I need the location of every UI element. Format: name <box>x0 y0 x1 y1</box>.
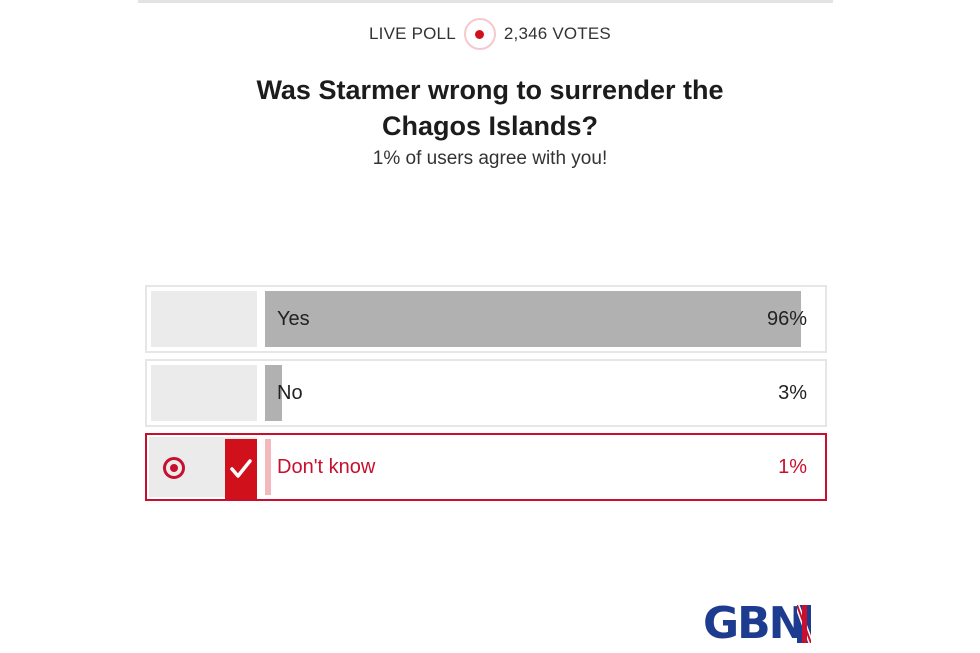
poll-question: Was Starmer wrong to surrender the Chago… <box>0 72 980 144</box>
option-label: Yes <box>277 307 310 330</box>
poll-options: Yes 96% No 3% Don't know 1% <box>145 285 827 507</box>
result-bar-track: No 3% <box>265 365 823 421</box>
checkmark-icon <box>225 439 257 499</box>
option-label: Don't know <box>277 455 376 478</box>
live-poll-label: LIVE POLL <box>369 24 456 43</box>
option-select-area[interactable] <box>149 437 257 499</box>
result-bar-track: Don't know 1% <box>265 439 823 495</box>
poll-result-message: 1% of users agree with you! <box>372 148 608 169</box>
vote-count: 2,346 VOTES <box>503 24 611 43</box>
option-percent: 96% <box>766 307 807 330</box>
option-percent: 1% <box>778 455 807 478</box>
union-flag-accent-icon <box>797 605 812 643</box>
gbn-logo: GBN <box>703 598 812 649</box>
poll-option-dont-know[interactable]: Don't know 1% <box>145 433 827 501</box>
option-select-area[interactable] <box>151 365 257 421</box>
poll-question-text: Was Starmer wrong to surrender the Chago… <box>256 75 724 141</box>
top-divider <box>138 0 833 3</box>
option-label: No <box>277 381 303 404</box>
poll-option-yes[interactable]: Yes 96% <box>145 285 827 353</box>
option-percent: 3% <box>778 381 807 404</box>
live-dot-icon <box>463 18 496 50</box>
result-bar-fill <box>265 439 271 495</box>
result-bar-fill <box>265 291 801 347</box>
poll-header: LIVE POLL 2,346 VOTES <box>0 18 980 50</box>
option-select-area[interactable] <box>151 291 257 347</box>
poll-widget: LIVE POLL 2,346 VOTES Was Starmer wrong … <box>0 0 980 653</box>
poll-option-no[interactable]: No 3% <box>145 359 827 427</box>
result-bar-track: Yes 96% <box>265 291 823 347</box>
radio-selected-icon <box>163 457 185 479</box>
logo-text: GBN <box>703 598 805 649</box>
